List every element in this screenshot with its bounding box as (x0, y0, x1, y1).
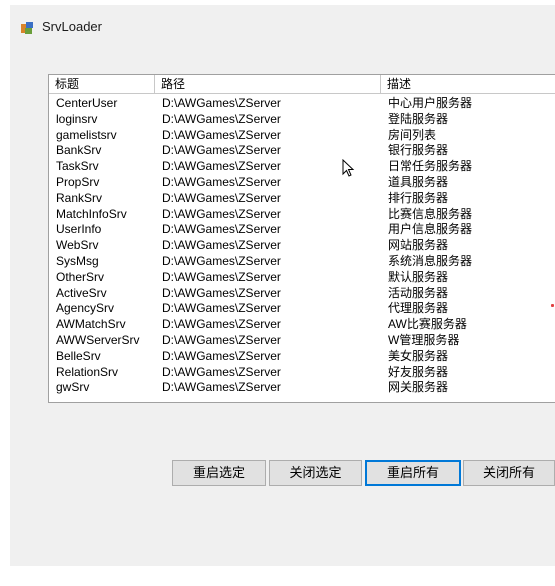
list-item[interactable]: PropSrv D:\AWGames\ZServer 道具服务器 (49, 175, 555, 191)
item-title: gamelistsrv (56, 127, 117, 142)
item-description: 房间列表 (388, 127, 437, 142)
close-all-button[interactable]: 关闭所有 (463, 460, 555, 486)
item-description: 道具服务器 (388, 174, 449, 189)
item-path: D:\AWGames\ZServer (162, 364, 281, 379)
list-item[interactable]: BankSrv D:\AWGames\ZServer 银行服务器 (49, 143, 555, 159)
item-description: 用户信息服务器 (388, 222, 473, 237)
item-description: 网站服务器 (388, 238, 449, 253)
item-path: D:\AWGames\ZServer (162, 380, 281, 395)
list-item[interactable]: RelationSrv D:\AWGames\ZServer 好友服务器 (49, 365, 555, 381)
item-description: 登陆服务器 (388, 111, 449, 126)
window-title: SrvLoader (42, 19, 102, 34)
column-header-description[interactable]: 描述 (381, 75, 555, 93)
list-item[interactable]: MatchInfoSrv D:\AWGames\ZServer 比赛信息服务器 (49, 207, 555, 223)
item-title: AgencySrv (56, 301, 115, 316)
app-icon (21, 22, 33, 34)
restart-all-button[interactable]: 重启所有 (365, 460, 461, 486)
server-list[interactable]: 标题 路径 描述 CenterUser D:\AWGames\ZServer 中心用… (48, 74, 555, 403)
item-path: D:\AWGames\ZServer (162, 285, 281, 300)
item-description: 银行服务器 (388, 143, 449, 158)
item-title: RelationSrv (56, 364, 119, 379)
item-path: D:\AWGames\ZServer (162, 348, 281, 363)
close-selected-button[interactable]: 关闭选定 (269, 460, 362, 486)
item-path: D:\AWGames\ZServer (162, 159, 281, 174)
edge-mark (551, 304, 554, 307)
item-path: D:\AWGames\ZServer (162, 269, 281, 284)
list-item[interactable]: AgencySrv D:\AWGames\ZServer 代理服务器 (49, 301, 555, 317)
item-path: D:\AWGames\ZServer (162, 253, 281, 268)
item-title: BelleSrv (56, 348, 101, 363)
item-title: TaskSrv (56, 159, 99, 174)
item-title: BankSrv (56, 143, 102, 158)
item-description: W管理服务器 (388, 332, 460, 347)
item-description: AW比赛服务器 (388, 317, 467, 332)
item-title: gwSrv (56, 380, 90, 395)
list-item[interactable]: TaskSrv D:\AWGames\ZServer 日常任务服务器 (49, 159, 555, 175)
list-item[interactable]: RankSrv D:\AWGames\ZServer 排行服务器 (49, 191, 555, 207)
item-title: UserInfo (56, 222, 102, 237)
list-item[interactable]: UserInfo D:\AWGames\ZServer 用户信息服务器 (49, 222, 555, 238)
list-item[interactable]: SysMsg D:\AWGames\ZServer 系统消息服务器 (49, 254, 555, 270)
item-description: 排行服务器 (388, 190, 449, 205)
title-bar[interactable]: SrvLoader (10, 5, 555, 45)
column-header-title[interactable]: 标题 (49, 75, 155, 93)
list-header: 标题 路径 描述 (49, 75, 555, 94)
mouse-pointer-icon (342, 159, 355, 177)
item-description: 好友服务器 (388, 364, 449, 379)
item-title: ActiveSrv (56, 285, 107, 300)
item-path: D:\AWGames\ZServer (162, 174, 281, 189)
list-item[interactable]: gamelistsrv D:\AWGames\ZServer 房间列表 (49, 128, 555, 144)
item-path: D:\AWGames\ZServer (162, 317, 281, 332)
item-path: D:\AWGames\ZServer (162, 96, 281, 110)
list-item[interactable]: OtherSrv D:\AWGames\ZServer 默认服务器 (49, 270, 555, 286)
item-description: 中心用户服务器 (388, 96, 473, 110)
item-description: 比赛信息服务器 (388, 206, 473, 221)
list-item[interactable]: BelleSrv D:\AWGames\ZServer 美女服务器 (49, 349, 555, 365)
item-path: D:\AWGames\ZServer (162, 238, 281, 253)
item-title: WebSrv (56, 238, 99, 253)
item-path: D:\AWGames\ZServer (162, 301, 281, 316)
column-header-path[interactable]: 路径 (155, 75, 381, 93)
item-path: D:\AWGames\ZServer (162, 332, 281, 347)
item-title: SysMsg (56, 253, 99, 268)
app-window: SrvLoader 标题 路径 描述 CenterUser D:\AWGames\… (10, 5, 555, 566)
item-title: loginsrv (56, 111, 98, 126)
item-description: 活动服务器 (388, 285, 449, 300)
list-item[interactable]: AWMatchSrv D:\AWGames\ZServer AW比赛服务器 (49, 317, 555, 333)
list-item[interactable]: loginsrv D:\AWGames\ZServer 登陆服务器 (49, 112, 555, 128)
item-path: D:\AWGames\ZServer (162, 143, 281, 158)
restart-selected-button[interactable]: 重启选定 (172, 460, 266, 486)
item-description: 默认服务器 (388, 269, 449, 284)
list-body: CenterUser D:\AWGames\ZServer 中心用户服务器 login… (49, 96, 555, 396)
item-description: 系统消息服务器 (388, 253, 473, 268)
item-title: OtherSrv (56, 269, 105, 284)
list-item[interactable]: gwSrv D:\AWGames\ZServer 网关服务器 (49, 380, 555, 396)
list-item[interactable]: WebSrv D:\AWGames\ZServer 网站服务器 (49, 238, 555, 254)
item-path: D:\AWGames\ZServer (162, 111, 281, 126)
item-title: CenterUser (56, 96, 118, 110)
list-item[interactable]: AWWServerSrv D:\AWGames\ZServer W管理服务器 (49, 333, 555, 349)
item-title: PropSrv (56, 174, 100, 189)
item-description: 代理服务器 (388, 301, 449, 316)
item-title: MatchInfoSrv (56, 206, 127, 221)
list-item[interactable]: CenterUser D:\AWGames\ZServer 中心用户服务器 (49, 96, 555, 112)
item-title: RankSrv (56, 190, 103, 205)
item-description: 日常任务服务器 (388, 159, 473, 174)
item-path: D:\AWGames\ZServer (162, 206, 281, 221)
item-path: D:\AWGames\ZServer (162, 222, 281, 237)
item-title: AWWServerSrv (56, 332, 140, 347)
item-description: 网关服务器 (388, 380, 449, 395)
list-item[interactable]: ActiveSrv D:\AWGames\ZServer 活动服务器 (49, 286, 555, 302)
item-path: D:\AWGames\ZServer (162, 190, 281, 205)
item-description: 美女服务器 (388, 348, 449, 363)
item-title: AWMatchSrv (56, 317, 126, 332)
item-path: D:\AWGames\ZServer (162, 127, 281, 142)
